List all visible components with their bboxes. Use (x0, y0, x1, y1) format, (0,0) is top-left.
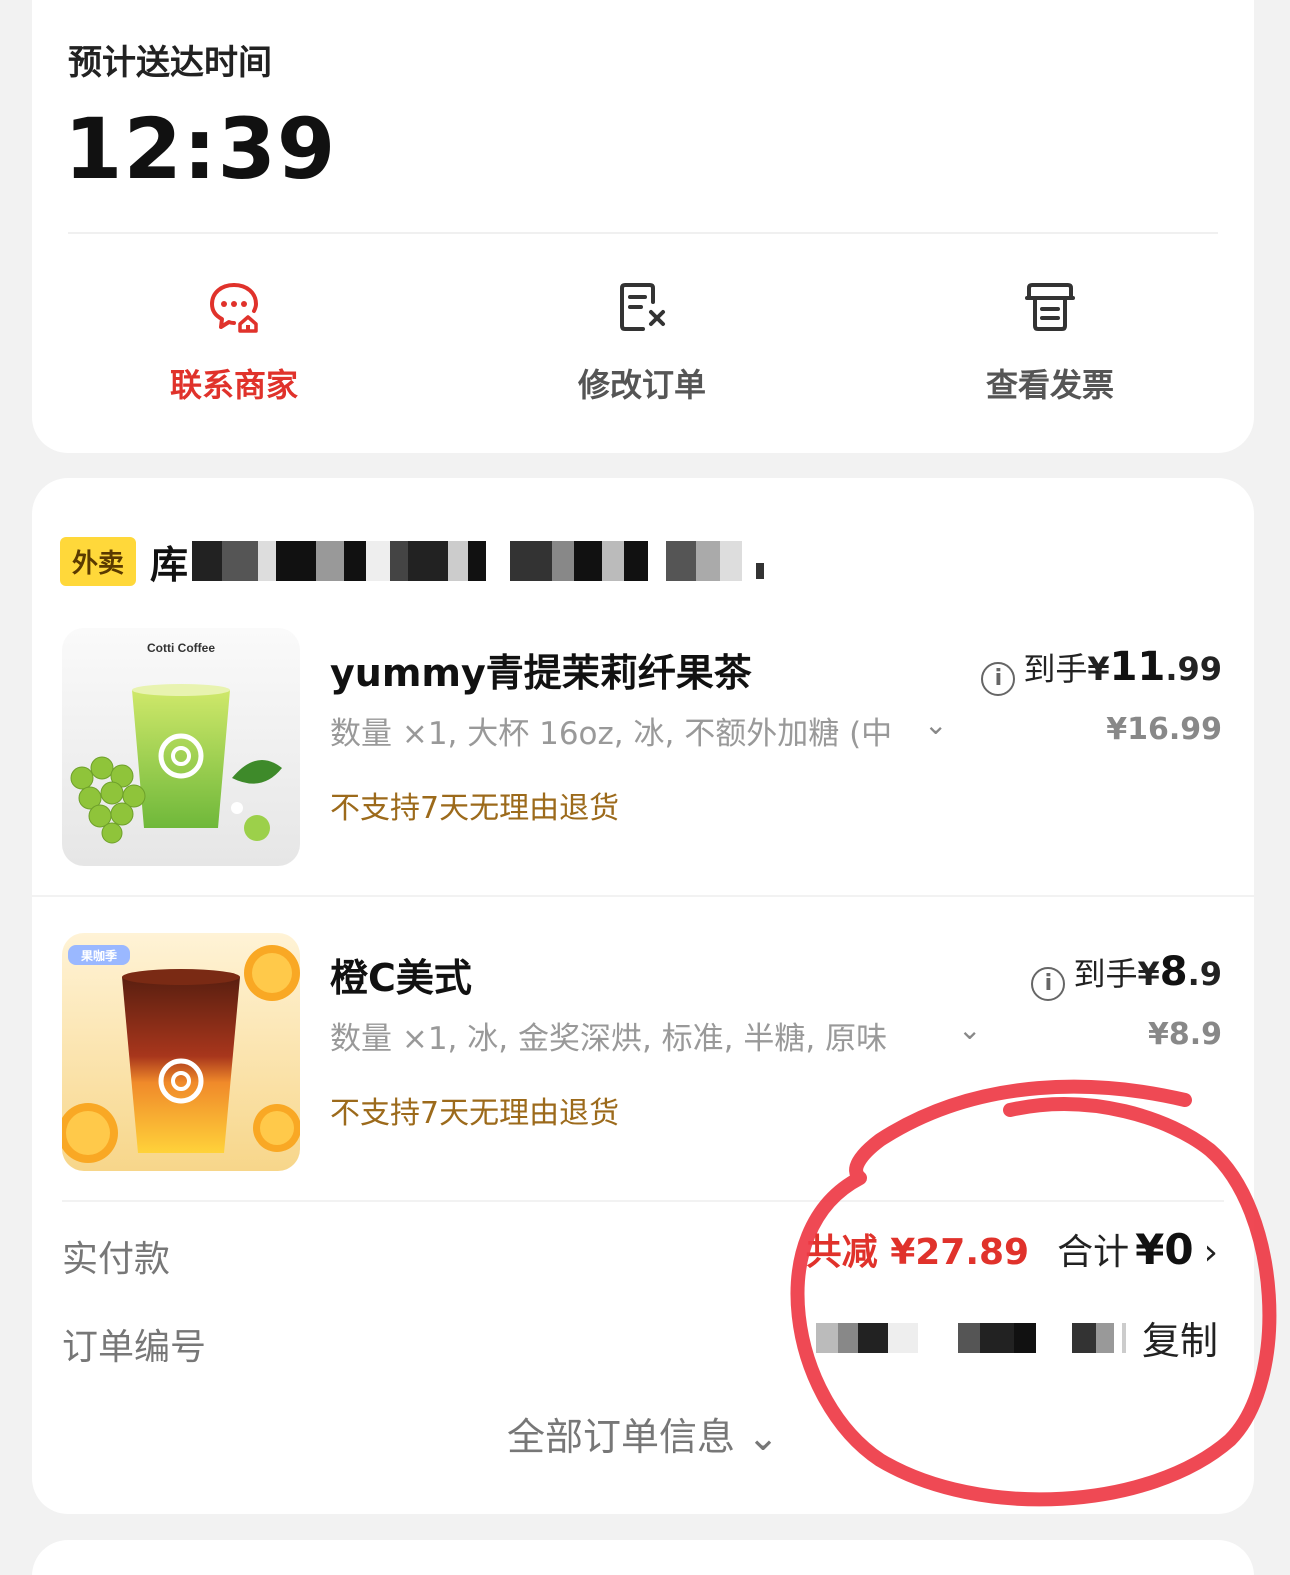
divider (32, 895, 1254, 897)
order-number: 复制 (815, 1310, 1218, 1365)
item-spec: 数量 ×1, 冰, 金奖深烘, 标准, 半糖, 原味 (330, 1021, 888, 1057)
view-invoice-label: 查看发票 (985, 366, 1114, 404)
invoice-icon (1025, 283, 1075, 331)
brand-text: Cotti Coffee (147, 641, 215, 655)
copy-button[interactable]: 复制 (1142, 1310, 1218, 1365)
item-name: 橙C美式 (330, 956, 472, 1000)
total-label: 合计 (1057, 1232, 1130, 1273)
store-row[interactable]: 外卖 库 (60, 536, 765, 587)
total-saved: 共减 ¥27.89 (805, 1232, 1030, 1273)
edit-order-icon (620, 283, 665, 331)
next-card (32, 1540, 1254, 1575)
item-thumbnail: Cotti Coffee (62, 628, 300, 866)
contact-merchant-label: 联系商家 (169, 366, 298, 404)
total-value: ¥0 (1135, 1225, 1194, 1274)
payment-summary[interactable]: 共减 ¥27.89 合计 ¥0 › (806, 1223, 1218, 1275)
no-return-note: 不支持7天无理由退货 (330, 1096, 620, 1131)
badge-text: 果咖季 (80, 948, 118, 963)
price-dec: .99 (1165, 650, 1222, 688)
redacted-store-name (192, 539, 765, 583)
order-number-label: 订单编号 (62, 1327, 207, 1368)
price-currency: ¥ (1137, 955, 1160, 993)
info-icon[interactable]: i (981, 661, 1016, 696)
divider (62, 1200, 1224, 1202)
item-name: yummy青提茉莉纤果茶 (330, 651, 752, 695)
chevron-down-icon[interactable]: ⌄ (924, 708, 947, 741)
final-price: i 到手 ¥ 11 .99 (981, 644, 1222, 696)
takeout-tag: 外卖 (60, 536, 137, 586)
eta-time: 12:39 (64, 100, 337, 198)
price-int: 11 (1109, 644, 1166, 690)
delivery-card: 预计送达时间 12:39 联系商家 修改订单 查看发票 (32, 0, 1254, 453)
contact-merchant-button[interactable]: 联系商家 (84, 280, 384, 406)
chevron-right-icon: › (1203, 1232, 1218, 1273)
price-prefix: 到手 (1023, 650, 1088, 688)
order-item[interactable]: Cotti Coffee yummy青提茉莉纤果茶 数量 ×1, 大杯 16oz… (32, 628, 1254, 888)
order-actions: 联系商家 修改订单 查看发票 (32, 280, 1254, 410)
all-order-info-button[interactable]: 全部订单信息 ⌄ (32, 1406, 1254, 1461)
price-dec: .9 (1187, 955, 1222, 993)
chat-merchant-icon (210, 283, 259, 333)
order-card: 外卖 库 Cotti Coffee yummy青提茉莉纤果茶 数量 ×1, 大杯… (32, 478, 1254, 1514)
no-return-note: 不支持7天无理由退货 (330, 791, 620, 826)
paid-label: 实付款 (62, 1239, 171, 1280)
final-price: i 到手 ¥ 8 .9 (1031, 949, 1222, 1001)
modify-order-button[interactable]: 修改订单 (492, 280, 792, 406)
modify-order-label: 修改订单 (577, 366, 706, 404)
info-icon[interactable]: i (1031, 966, 1066, 1001)
item-spec: 数量 ×1, 大杯 16oz, 冰, 不额外加糖 (中 (330, 716, 893, 752)
order-item[interactable]: 果咖季 橙C美式 数量 ×1, 冰, 金奖深烘, 标准, 半糖, 原味 ⌄ 不支… (32, 933, 1254, 1193)
view-invoice-button[interactable]: 查看发票 (900, 280, 1200, 406)
price-currency: ¥ (1087, 650, 1110, 688)
price-prefix: 到手 (1073, 955, 1138, 993)
divider (68, 232, 1218, 234)
original-price: ¥16.99 (1106, 712, 1222, 747)
original-price: ¥8.9 (1147, 1017, 1222, 1052)
eta-label: 预计送达时间 (68, 43, 272, 83)
chevron-down-icon[interactable]: ⌄ (958, 1013, 981, 1046)
price-int: 8 (1159, 949, 1188, 995)
item-thumbnail: 果咖季 (62, 933, 300, 1171)
store-name: 库 (150, 542, 189, 587)
